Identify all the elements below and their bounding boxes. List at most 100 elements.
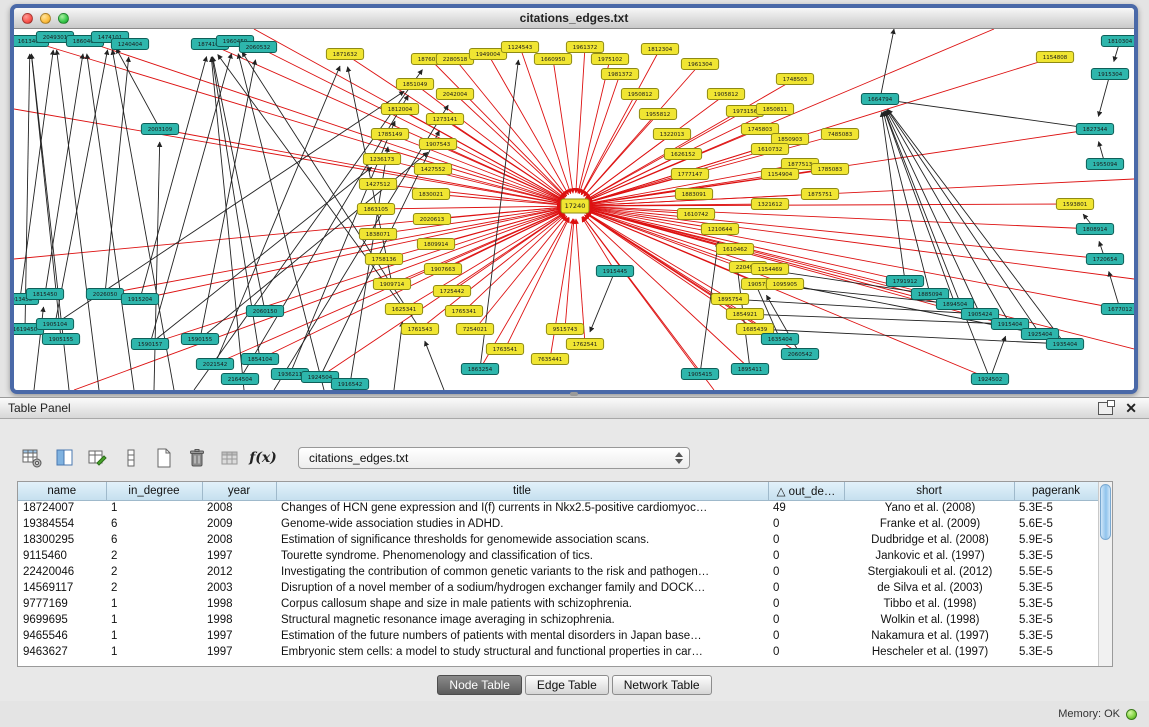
graph-node[interactable]: 1905424 — [961, 309, 998, 320]
close-button[interactable] — [22, 13, 33, 24]
graph-node[interactable]: 1593801 — [1056, 199, 1093, 210]
graph-node[interactable]: 2280518 — [436, 54, 473, 65]
graph-node[interactable]: 1677012 — [1101, 304, 1134, 315]
graph-node[interactable]: 1961372 — [566, 42, 603, 53]
graph-node[interactable]: 1894504 — [936, 299, 973, 310]
graph-node[interactable]: 1950812 — [621, 89, 658, 100]
graph-node[interactable]: 1935404 — [1046, 339, 1083, 350]
graph-node[interactable]: 1685439 — [736, 324, 773, 335]
graph-node[interactable]: 1883091 — [675, 189, 712, 200]
graph-node[interactable]: 1885094 — [911, 289, 948, 300]
graph-node[interactable]: 1720654 — [1086, 254, 1123, 265]
column-header-1[interactable]: in_degree — [106, 482, 202, 500]
graph-node[interactable]: 1815450 — [26, 289, 63, 300]
graph-node[interactable]: 1955094 — [1086, 159, 1123, 170]
graph-node[interactable]: 1240404 — [111, 39, 148, 50]
graph-node[interactable]: 1761543 — [401, 324, 438, 335]
graph-node[interactable]: 17240 — [561, 199, 589, 213]
column-header-4[interactable]: △ out_de… — [768, 482, 844, 500]
graph-node[interactable]: 1758136 — [365, 254, 402, 265]
graph-node[interactable]: 1236173 — [363, 154, 400, 165]
close-panel-icon[interactable]: ✕ — [1125, 401, 1137, 415]
graph-node[interactable]: 1905104 — [36, 319, 73, 330]
import-table-button[interactable] — [218, 446, 242, 470]
graph-node[interactable]: 7485083 — [821, 129, 858, 140]
graph-node[interactable]: 1748503 — [776, 74, 813, 85]
graph-node[interactable]: 1827344 — [1076, 124, 1113, 135]
tab-node-table[interactable]: Node Table — [437, 675, 522, 695]
delete-table-button[interactable] — [185, 446, 209, 470]
graph-node[interactable]: 1808914 — [1076, 224, 1113, 235]
graph-node[interactable]: 1626152 — [664, 149, 701, 160]
graph-node[interactable]: 1854104 — [241, 354, 278, 365]
graph-node[interactable]: 1981372 — [601, 69, 638, 80]
table-scrollbar-thumb[interactable] — [1100, 484, 1111, 540]
graph-node[interactable]: 1635404 — [761, 334, 798, 345]
graph-node[interactable]: 1660950 — [534, 54, 571, 65]
zoom-button[interactable] — [58, 13, 69, 24]
graph-node[interactable]: 1095905 — [766, 279, 803, 290]
graph-node[interactable]: 1745803 — [741, 124, 778, 135]
graph-node[interactable]: 1273141 — [426, 114, 463, 125]
graph-node[interactable]: 1777147 — [671, 169, 708, 180]
select-rows-button[interactable] — [119, 446, 143, 470]
graph-node[interactable]: 1763541 — [486, 344, 523, 355]
graph-node[interactable]: 1850811 — [756, 104, 793, 115]
table-row[interactable]: 911546021997Tourette syndrome. Phenomeno… — [18, 548, 1098, 564]
graph-node[interactable]: 1895754 — [711, 294, 748, 305]
table-row[interactable]: 977716911998Corpus callosum shape and si… — [18, 596, 1098, 612]
graph-node[interactable]: 1975102 — [591, 54, 628, 65]
show-columns-button[interactable] — [53, 446, 77, 470]
table-row[interactable]: 1456911722003Disruption of a novel membe… — [18, 580, 1098, 596]
graph-node[interactable]: 1762541 — [566, 339, 603, 350]
graph-node[interactable]: 1625341 — [385, 304, 422, 315]
graph-node[interactable]: 7635441 — [531, 354, 568, 365]
tab-edge-table[interactable]: Edge Table — [525, 675, 609, 695]
table-settings-button[interactable] — [20, 446, 44, 470]
graph-node[interactable]: 1909714 — [373, 279, 410, 290]
graph-node[interactable]: 1154904 — [761, 169, 798, 180]
graph-node[interactable]: 1610732 — [751, 144, 788, 155]
graph-node[interactable]: 1915304 — [1091, 69, 1128, 80]
graph-node[interactable]: 1765341 — [445, 306, 482, 317]
graph-node[interactable]: 2060542 — [781, 349, 818, 360]
graph-node[interactable]: 1124543 — [501, 42, 538, 53]
function-builder-button[interactable]: f(x) — [251, 446, 275, 470]
column-header-3[interactable]: title — [276, 482, 768, 500]
graph-node[interactable]: 2060150 — [246, 306, 283, 317]
graph-node[interactable]: 1838071 — [359, 229, 396, 240]
graph-node[interactable]: 2042004 — [436, 89, 473, 100]
float-panel-icon[interactable] — [1098, 402, 1113, 415]
graph-node[interactable]: 1925404 — [1021, 329, 1058, 340]
table-row[interactable]: 1830029562008Estimation of significance … — [18, 532, 1098, 548]
graph-node[interactable]: 1210644 — [701, 224, 738, 235]
network-view[interactable]: 1724018760121851049181200417851491236173… — [14, 29, 1134, 390]
graph-node[interactable]: 1916542 — [331, 379, 368, 390]
table-row[interactable]: 946554611997Estimation of the future num… — [18, 628, 1098, 644]
table-row[interactable]: 1938455462009Genome-wide association stu… — [18, 516, 1098, 532]
graph-node[interactable]: 1810304 — [1101, 36, 1134, 47]
graph-node[interactable]: 1725442 — [433, 286, 470, 297]
graph-node[interactable]: 1785149 — [371, 129, 408, 140]
graph-node[interactable]: 1812004 — [381, 104, 418, 115]
table-row[interactable]: 946362711997Embryonic stem cells: a mode… — [18, 644, 1098, 660]
graph-node[interactable]: 1961304 — [681, 59, 718, 70]
edit-table-button[interactable] — [86, 446, 110, 470]
graph-node[interactable]: 1955812 — [639, 109, 676, 120]
graph-node[interactable]: 1322013 — [653, 129, 690, 140]
graph-node[interactable]: 1427552 — [414, 164, 451, 175]
graph-node[interactable]: 1850903 — [771, 134, 808, 145]
graph-node[interactable]: 1915404 — [991, 319, 1028, 330]
graph-node[interactable]: 2020613 — [413, 214, 450, 225]
window-titlebar[interactable]: citations_edges.txt — [14, 8, 1134, 29]
graph-node[interactable]: 1664794 — [861, 94, 898, 105]
graph-node[interactable]: 2060532 — [239, 42, 276, 53]
table-row[interactable]: 2242004622012Investigating the contribut… — [18, 564, 1098, 580]
graph-node[interactable]: 1321612 — [751, 199, 788, 210]
graph-node[interactable]: 1791912 — [886, 276, 923, 287]
graph-node[interactable]: 1907663 — [424, 264, 461, 275]
graph-node[interactable]: 1915204 — [121, 294, 158, 305]
graph-node[interactable]: 7254021 — [456, 324, 493, 335]
graph-node[interactable]: 1854921 — [726, 309, 763, 320]
graph-node[interactable]: 2003109 — [141, 124, 178, 135]
